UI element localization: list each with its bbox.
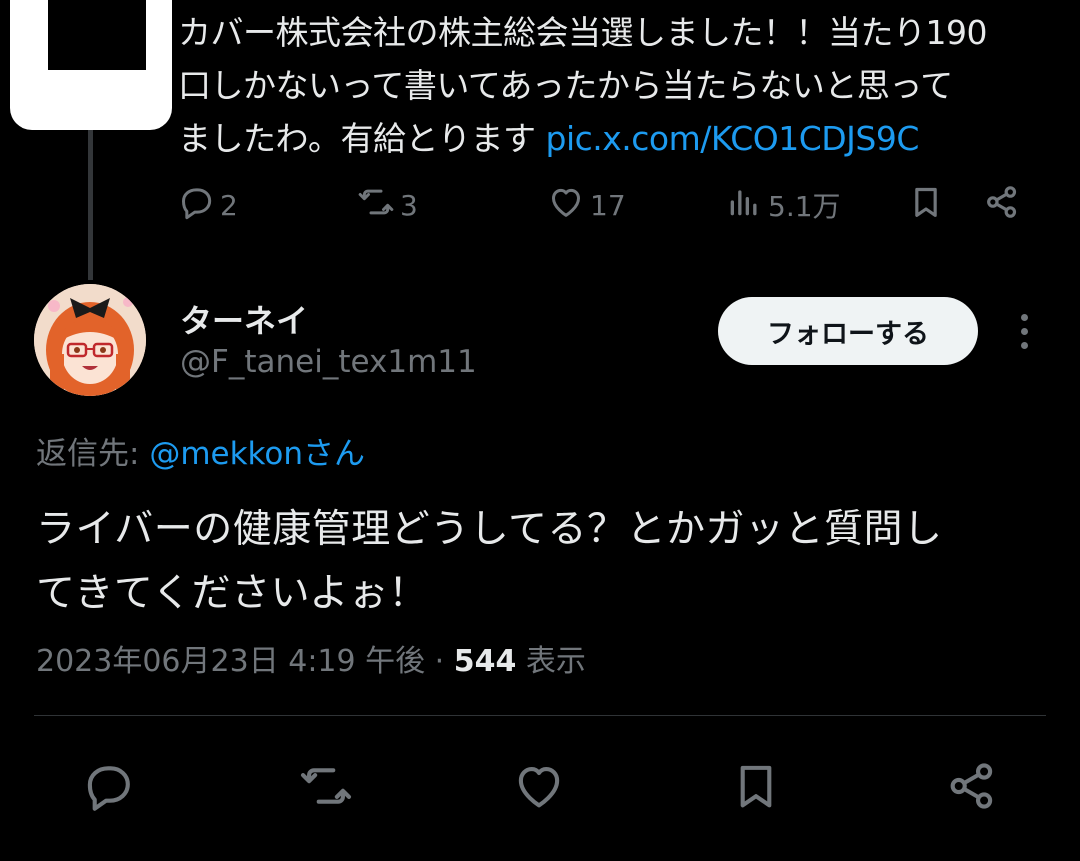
like-button[interactable]	[507, 756, 571, 820]
reply-button[interactable]	[76, 756, 140, 820]
tweet-action-bar	[0, 756, 1080, 820]
display-name[interactable]: ターネイ	[180, 296, 308, 342]
parent-views-button[interactable]: 5.1万	[724, 180, 841, 230]
parent-views-count: 5.1万	[768, 190, 841, 223]
parent-text-line3: ましたわ。有給とります pic.x.com/KCO1CDJS9C	[178, 112, 1058, 165]
views-count: 544	[453, 644, 517, 679]
parent-text-line2: 口しかないって書いてあったから当たらないと思って	[178, 66, 953, 105]
heart-icon	[510, 757, 568, 819]
bookmark-icon	[906, 182, 946, 229]
more-icon-dot2	[1020, 327, 1028, 335]
thread-line	[88, 130, 93, 280]
avatar-illustration	[34, 284, 146, 396]
share-button[interactable]	[940, 756, 1004, 820]
views-icon	[724, 182, 764, 229]
bookmark-icon	[727, 757, 785, 819]
heart-icon	[546, 182, 586, 229]
tweet-text-line1: ライバーの健康管理どうしてる？とかガッと質問し	[36, 507, 943, 552]
share-icon	[943, 757, 1001, 819]
reply-to-line: 返信先: @mekkonさん	[36, 428, 365, 473]
parent-avatar-image	[48, 0, 146, 70]
parent-text-line1: カバー株式会社の株主総会当選しました！！当たり190	[178, 13, 988, 52]
avatar[interactable]	[34, 284, 146, 396]
bookmark-button[interactable]	[724, 756, 788, 820]
parent-retweet-button[interactable]: 3	[356, 180, 418, 230]
parent-tweet-text: カバー株式会社の株主総会当選しました！！当たり190 口しかないって書いてあった…	[178, 6, 1058, 165]
tweet-text-line2: てきてくださいよぉ！	[36, 571, 428, 616]
views-label: 表示	[516, 644, 586, 679]
parent-avatar[interactable]	[10, 0, 172, 130]
retweet-icon	[356, 182, 396, 229]
share-icon	[982, 182, 1022, 229]
tweet-meta: 2023年06月23日 4:19 午後 · 544 表示	[36, 636, 586, 680]
parent-like-button[interactable]: 17	[546, 180, 626, 230]
parent-text-line3-text: ましたわ。有給とります	[178, 119, 546, 158]
more-options-button[interactable]	[1004, 306, 1044, 356]
user-handle[interactable]: @F_tanei_tex1m11	[180, 344, 477, 380]
parent-share-button[interactable]	[982, 180, 1022, 230]
parent-retweet-count: 3	[400, 188, 418, 222]
parent-action-bar: 2 3 17 5.1万	[176, 180, 1036, 230]
parent-reply-button[interactable]: 2	[176, 180, 238, 230]
parent-tweet-link[interactable]: pic.x.com/KCO1CDJS9C	[546, 119, 920, 158]
tweet-text: ライバーの健康管理どうしてる？とかガッと質問し てきてくださいよぉ！	[36, 498, 1056, 626]
retweet-icon	[297, 757, 355, 819]
parent-bookmark-button[interactable]	[906, 180, 946, 230]
more-icon	[1020, 313, 1028, 321]
reply-to-prefix: 返信先:	[36, 436, 150, 472]
parent-like-count: 17	[590, 188, 626, 222]
reply-icon	[176, 182, 216, 229]
follow-button[interactable]: フォローする	[718, 297, 978, 365]
timestamp[interactable]: 2023年06月23日 4:19 午後 ·	[36, 644, 454, 679]
divider	[34, 715, 1046, 716]
parent-reply-count: 2	[220, 188, 238, 222]
more-icon-dot3	[1020, 341, 1028, 349]
reply-mention-link[interactable]: @mekkonさん	[149, 436, 365, 472]
retweet-button[interactable]	[294, 756, 358, 820]
reply-icon	[79, 757, 137, 819]
